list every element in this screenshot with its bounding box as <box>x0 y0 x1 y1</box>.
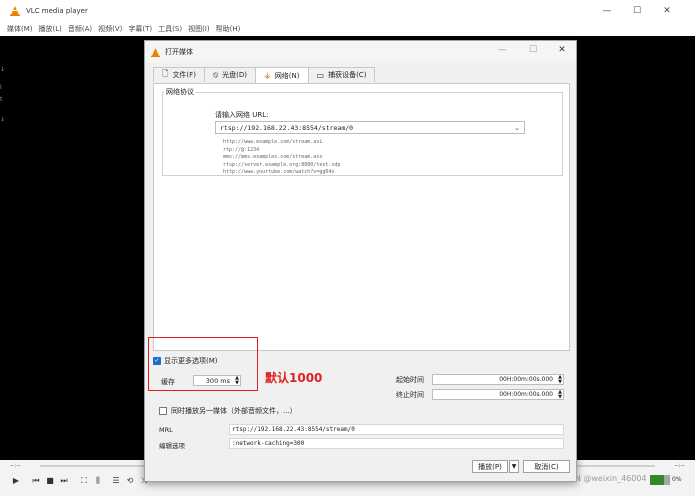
dialog-minimize-icon[interactable]: — <box>495 45 509 55</box>
sidebar-fragment: t <box>0 96 3 103</box>
cache-label: 缓存 <box>161 378 175 386</box>
tab-label: 网络(N) <box>274 71 300 80</box>
sidebar-fragment: ↓ <box>0 66 6 73</box>
vlc-cone-icon <box>10 6 20 16</box>
open-media-dialog: 打开媒体 — ☐ ✕ 🗋 文件(F) ⦸ 光盘(D) ⚶ 网络(N) ▭ 捕获设… <box>144 40 577 482</box>
dialog-title: 打开媒体 <box>165 48 193 56</box>
group-legend: 网络协议 <box>164 87 196 97</box>
tab-label: 文件(F) <box>172 71 196 79</box>
network-icon: ⚶ <box>264 71 271 80</box>
spin-arrows-icon[interactable]: ▲ ▼ <box>558 390 562 400</box>
example-line: mms://mms.examples.com/stream.asx <box>223 154 323 160</box>
menu-playback[interactable]: 播放(L) <box>39 24 62 34</box>
loop-icon[interactable]: ⟲ <box>124 475 136 487</box>
app-title: VLC media player <box>26 7 88 15</box>
menu-tools[interactable]: 工具(S) <box>158 24 182 34</box>
dialog-maximize-icon[interactable]: ☐ <box>526 45 540 55</box>
maximize-icon[interactable]: ☐ <box>630 4 644 18</box>
network-tab-panel: 请输入网络 URL: rtsp://192.168.22.43:8554/str… <box>153 83 570 351</box>
chevron-down-icon[interactable]: ⌄ <box>514 122 520 134</box>
show-more-options-label: 显示更多选项(M) <box>164 357 218 365</box>
start-time-label: 起始时间 <box>396 376 424 384</box>
example-line: rtp://@:1234 <box>223 146 260 153</box>
example-line: http://www.yourtube.com/watch?v=gg64x <box>223 169 335 175</box>
elapsed-time: --:-- <box>10 462 21 469</box>
tab-label: 光盘(D) <box>222 71 248 79</box>
previous-icon[interactable]: ⏮ <box>30 475 42 487</box>
minimize-icon[interactable]: — <box>600 4 614 18</box>
extended-settings-icon[interactable]: ⫼ <box>92 475 104 487</box>
url-examples: http://www.example.com/stream.avi rtp://… <box>223 139 340 177</box>
stop-time-value: 00H:00m:00s.000 <box>499 391 553 398</box>
playlist-icon[interactable]: ☰ <box>110 475 122 487</box>
app-titlebar: VLC media player — ☐ ✕ <box>0 0 695 22</box>
edit-options-field[interactable]: :network-caching=300 <box>229 438 564 449</box>
example-line: rtsp://server.example.org:8080/test.sdp <box>223 161 341 168</box>
tab-disc[interactable]: ⦸ 光盘(D) <box>203 67 257 82</box>
advanced-options: ✓ 显示更多选项(M) 缓存 300 ms ▲ ▼ 默认1000 起始时间 00H… <box>148 337 570 457</box>
tab-capture-device[interactable]: ▭ 捕获设备(C) <box>307 67 376 82</box>
disc-icon: ⦸ <box>212 70 219 79</box>
fullscreen-icon[interactable]: ⛶ <box>78 475 90 487</box>
sidebar-fragment: ↓ <box>0 116 6 123</box>
mrl-field[interactable]: rtsp://192.168.22.43:8554/stream/0 <box>229 424 564 435</box>
stop-time-label: 终止时间 <box>396 391 424 399</box>
mrl-label: MRL <box>159 426 173 434</box>
stop-time-input[interactable]: 00H:00m:00s.000 ▲ ▼ <box>432 389 564 400</box>
menubar: 媒体(M) 播放(L) 音频(A) 视频(V) 字幕(T) 工具(S) 视图(I… <box>0 22 695 36</box>
file-icon: 🗋 <box>162 69 169 78</box>
start-time-input[interactable]: 00H:00m:00s.000 ▲ ▼ <box>432 374 564 385</box>
menu-help[interactable]: 帮助(H) <box>216 24 241 34</box>
capture-device-icon: ▭ <box>316 70 325 80</box>
cancel-button[interactable]: 取消(C) <box>523 460 570 473</box>
tab-bar: 🗋 文件(F) ⦸ 光盘(D) ⚶ 网络(N) ▭ 捕获设备(C) <box>153 67 376 83</box>
dialog-close-icon[interactable]: ✕ <box>555 45 569 55</box>
cache-spinbox[interactable]: 300 ms ▲ ▼ <box>193 375 241 386</box>
menu-subtitle[interactable]: 字幕(T) <box>128 24 152 34</box>
menu-media[interactable]: 媒体(M) <box>7 24 33 34</box>
spin-arrows-icon[interactable]: ▲ ▼ <box>558 375 562 385</box>
annotation-note: 默认1000 <box>265 371 323 385</box>
volume-slider[interactable] <box>650 475 670 485</box>
play-another-media-checkbox[interactable] <box>159 407 167 415</box>
next-icon[interactable]: ⏭ <box>58 475 70 487</box>
network-url-input[interactable]: rtsp://192.168.22.43:8554/stream/0 ⌄ <box>215 121 525 134</box>
menu-video[interactable]: 视频(V) <box>98 24 122 34</box>
spin-arrows-icon[interactable]: ▲ ▼ <box>235 376 239 386</box>
edit-options-label: 编辑选项 <box>159 442 185 450</box>
example-line: http://www.example.com/stream.avi <box>223 139 323 145</box>
menu-view[interactable]: 视图(I) <box>188 24 210 34</box>
url-prompt-label: 请输入网络 URL: <box>215 111 269 119</box>
menu-audio[interactable]: 音频(A) <box>68 24 92 34</box>
sidebar-fragment: I <box>0 84 2 91</box>
total-time: --:-- <box>674 462 685 469</box>
play-dropdown-icon[interactable]: ▼ <box>509 460 519 473</box>
tab-label: 捕获设备(C) <box>328 71 367 79</box>
vlc-cone-icon <box>151 47 160 57</box>
play-another-media-label: 同时播放另一媒体（外部音频文件，...） <box>171 407 297 415</box>
close-icon[interactable]: ✕ <box>660 4 674 18</box>
cache-value: 300 ms <box>205 377 230 385</box>
play-button[interactable]: 播放(P) <box>472 460 508 473</box>
stop-icon[interactable]: ■ <box>44 475 56 487</box>
url-value: rtsp://192.168.22.43:8554/stream/0 <box>220 124 354 132</box>
show-more-options-checkbox[interactable]: ✓ <box>153 357 161 365</box>
tab-network[interactable]: ⚶ 网络(N) <box>255 67 309 83</box>
volume-percent: 0% <box>672 476 682 483</box>
start-time-value: 00H:00m:00s.000 <box>499 376 553 383</box>
network-protocol-group: 请输入网络 URL: rtsp://192.168.22.43:8554/str… <box>162 92 563 176</box>
dialog-titlebar: 打开媒体 — ☐ ✕ <box>145 41 576 63</box>
play-icon[interactable]: ▶ <box>10 475 22 487</box>
tab-file[interactable]: 🗋 文件(F) <box>153 67 205 82</box>
